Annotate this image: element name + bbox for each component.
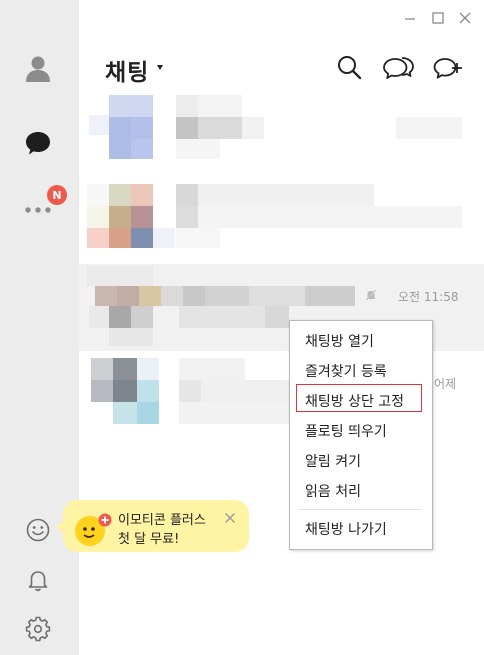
blurred-avatar xyxy=(137,402,159,424)
blurred-avatar xyxy=(109,328,153,346)
blurred-name xyxy=(179,358,245,380)
close-icon[interactable] xyxy=(458,10,472,24)
blurred-avatar xyxy=(109,228,131,248)
blurred-message xyxy=(176,206,198,228)
blurred-name xyxy=(198,184,374,206)
blurred-avatar xyxy=(137,380,159,402)
context-menu: 채팅방 열기 즐겨찾기 등록 채팅방 상단 고정 플로팅 띄우기 알림 켜기 읽… xyxy=(289,320,433,550)
blurred-avatar xyxy=(131,117,153,139)
minimize-icon[interactable] xyxy=(403,10,417,24)
open-chat-icon[interactable] xyxy=(382,54,416,82)
blurred-avatar xyxy=(161,286,183,306)
blurred-message xyxy=(176,117,198,139)
blurred-avatar xyxy=(109,117,131,139)
maximize-icon[interactable] xyxy=(431,10,445,24)
blurred-avatar xyxy=(131,184,153,206)
blurred-avatar xyxy=(109,206,131,228)
row-time: 어제 xyxy=(434,377,457,391)
blurred-name xyxy=(176,184,198,206)
blurred-avatar xyxy=(91,380,113,402)
blurred-message xyxy=(201,380,289,402)
blurred-avatar xyxy=(95,286,117,306)
new-chat-icon[interactable] xyxy=(433,54,463,82)
blurred-name xyxy=(176,95,198,117)
blurred-avatar xyxy=(131,306,153,328)
blurred-avatar xyxy=(91,358,113,380)
blurred-name xyxy=(305,286,355,306)
blurred-avatar xyxy=(131,95,153,117)
blurred-avatar xyxy=(113,358,137,380)
blurred-message xyxy=(176,139,220,159)
sidebar: N xyxy=(0,0,79,655)
page-title[interactable]: 채팅 xyxy=(105,53,149,87)
menu-item-pin-to-top[interactable]: 채팅방 상단 고정 xyxy=(305,391,404,411)
blurred-message xyxy=(265,306,289,328)
blurred-avatar xyxy=(131,206,153,228)
blurred-avatar xyxy=(117,286,139,306)
menu-divider xyxy=(298,509,422,510)
caret-down-icon[interactable] xyxy=(157,65,163,70)
blurred-message xyxy=(198,117,242,139)
blurred-avatar xyxy=(113,402,137,424)
menu-item-add-favorite[interactable]: 즐겨찾기 등록 xyxy=(305,361,387,381)
promo-line1: 이모티콘 플러스 xyxy=(118,513,206,528)
blurred-message xyxy=(242,117,264,139)
blurred-avatar xyxy=(113,380,137,402)
blurred-avatar xyxy=(109,184,131,206)
profile-icon[interactable] xyxy=(19,49,57,87)
blurred-message xyxy=(198,206,462,228)
menu-item-mark-read[interactable]: 읽음 처리 xyxy=(305,481,361,501)
menu-item-leave-chat[interactable]: 채팅방 나가기 xyxy=(305,519,387,539)
chat-row[interactable] xyxy=(79,93,484,163)
blurred-avatar xyxy=(87,228,109,248)
chat-icon[interactable] xyxy=(19,124,57,162)
search-icon[interactable] xyxy=(335,54,365,82)
menu-item-floating[interactable]: 플로팅 띄우기 xyxy=(305,421,387,441)
menu-item-notifications-on[interactable]: 알림 켜기 xyxy=(305,451,361,471)
blurred-avatar xyxy=(139,286,161,306)
blurred-avatar xyxy=(153,228,175,248)
blurred-avatar xyxy=(137,358,159,380)
emoticon-plus-promo[interactable]: 이모티콘 플러스 첫 달 무료! xyxy=(63,500,249,552)
blurred-avatar xyxy=(89,306,109,328)
blurred-name xyxy=(249,286,305,306)
blurred-avatar xyxy=(109,95,131,117)
blurred-time xyxy=(396,117,462,139)
blurred-avatar xyxy=(87,206,109,228)
new-badge: N xyxy=(47,185,67,205)
blurred-avatar xyxy=(131,139,153,159)
blurred-avatar xyxy=(109,139,131,159)
blurred-avatar xyxy=(89,115,109,135)
menu-item-open-chat[interactable]: 채팅방 열기 xyxy=(305,331,374,351)
bell-icon[interactable] xyxy=(19,561,57,599)
blurred-message xyxy=(176,228,220,248)
mute-bell-icon xyxy=(364,287,378,306)
row-time: 오전 11:58 xyxy=(398,290,459,304)
blurred-avatar xyxy=(109,306,131,328)
blurred-avatar xyxy=(131,228,153,248)
blurred-message xyxy=(179,380,201,402)
blurred-name xyxy=(198,95,242,117)
blurred-name xyxy=(183,286,205,306)
settings-icon[interactable] xyxy=(19,610,57,648)
promo-line2: 첫 달 무료! xyxy=(118,532,180,547)
blurred-name xyxy=(205,286,249,306)
emoticon-icon[interactable] xyxy=(19,511,57,549)
blurred-avatar xyxy=(87,184,109,206)
chat-row[interactable] xyxy=(79,182,484,252)
blurred-avatar xyxy=(87,266,153,286)
promo-close-icon[interactable] xyxy=(224,509,236,523)
emoticon-character-icon xyxy=(72,511,116,551)
